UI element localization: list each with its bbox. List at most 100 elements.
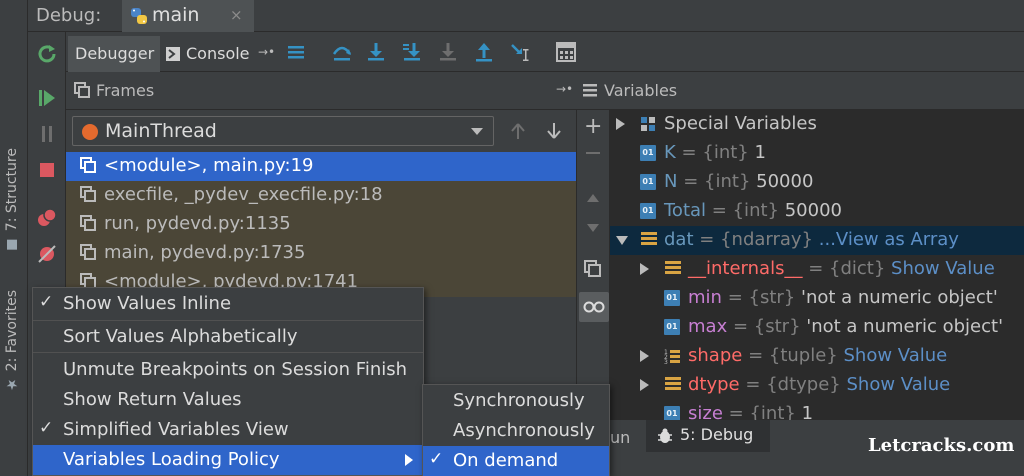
show-watches-toggle[interactable] bbox=[579, 292, 609, 322]
frame-row[interactable]: execfile, _pydev_execfile.py:18 bbox=[66, 181, 576, 210]
step-into-my-code-icon[interactable] bbox=[400, 40, 424, 64]
step-out-icon[interactable] bbox=[472, 40, 496, 64]
menu-separator bbox=[33, 352, 423, 353]
menu-item-label: Simplified Variables View bbox=[63, 419, 289, 440]
primitive-variable-icon: 01 bbox=[664, 319, 680, 335]
variable-row[interactable]: dtype = {dtype} Show Value bbox=[610, 371, 1024, 400]
variable-name: N bbox=[664, 171, 678, 192]
resume-icon[interactable] bbox=[35, 86, 59, 110]
bottom-tool-bar: un 5: Debug Letcracks.com bbox=[610, 420, 1024, 476]
check-icon: ✓ bbox=[39, 418, 54, 438]
tab-debugger[interactable]: Debugger bbox=[68, 36, 160, 72]
variable-row[interactable]: 01 size = {int} 1 bbox=[610, 400, 1024, 420]
tab-run[interactable]: un bbox=[610, 428, 630, 447]
next-frame-arrow-icon[interactable] bbox=[546, 122, 562, 140]
frame-icon bbox=[80, 157, 96, 173]
equals-sign: = bbox=[727, 287, 743, 308]
show-value-link[interactable]: ...View as Array bbox=[819, 229, 959, 250]
pause-icon[interactable] bbox=[35, 122, 59, 146]
variable-name: dat bbox=[664, 229, 694, 250]
variables-tree: Special Variables 01 K = {int} 1 01 N = {int… bbox=[610, 110, 1024, 420]
expanded-arrow-icon[interactable] bbox=[616, 236, 628, 245]
step-into-icon[interactable] bbox=[364, 40, 388, 64]
variable-row[interactable]: 01 Total = {int} 50000 bbox=[610, 197, 1024, 226]
menu-item[interactable]: Unmute Breakpoints on Session Finish bbox=[33, 355, 423, 385]
submenu-item[interactable]: Synchronously bbox=[423, 386, 609, 416]
step-over-icon[interactable] bbox=[330, 40, 354, 64]
move-up-icon[interactable] bbox=[585, 192, 601, 204]
special-variables-icon bbox=[641, 117, 655, 131]
previous-frame-arrow-icon[interactable] bbox=[510, 122, 526, 140]
frame-row[interactable]: main, pydevd.py:1735 bbox=[66, 239, 576, 268]
variable-type: {tuple} bbox=[768, 345, 838, 366]
variable-row[interactable]: 1 2 3 shape = {tuple} Show Value bbox=[610, 342, 1024, 371]
variable-value: 'not a numeric object' bbox=[806, 316, 1004, 337]
force-step-into-icon[interactable] bbox=[436, 40, 460, 64]
variable-type: {int} bbox=[704, 171, 751, 192]
pin-icon[interactable]: →• bbox=[258, 45, 275, 59]
collapsed-arrow-icon[interactable] bbox=[640, 350, 649, 362]
submenu-item[interactable]: Asynchronously bbox=[423, 416, 609, 446]
variable-row[interactable]: 01 N = {int} 50000 bbox=[610, 168, 1024, 197]
frames-icon bbox=[74, 82, 90, 98]
favorites-tool-tab[interactable]: ★ 2: Favorites bbox=[4, 290, 20, 392]
menu-item[interactable]: Variables Loading Policy bbox=[33, 445, 423, 475]
menu-item-label: Sort Values Alphabetically bbox=[63, 326, 298, 347]
close-tab-icon[interactable]: × bbox=[230, 6, 243, 24]
variable-type: {dtype} bbox=[766, 374, 841, 395]
variable-row[interactable]: 01 max = {str} 'not a numeric object' bbox=[610, 313, 1024, 342]
variable-name: __internals__ bbox=[688, 258, 803, 279]
variable-entry: shape = {tuple} Show Value bbox=[688, 345, 947, 366]
evaluate-expression-icon[interactable] bbox=[554, 40, 578, 64]
copy-icon[interactable] bbox=[584, 260, 602, 278]
variables-side-toolbar: + bbox=[576, 110, 610, 420]
variable-type: {str} bbox=[753, 316, 801, 337]
tab-debug[interactable]: 5: Debug bbox=[646, 420, 770, 452]
debugger-toolbar: Debugger Console →• bbox=[66, 32, 1024, 72]
frames-pin-icon[interactable]: →• bbox=[556, 82, 573, 96]
run-to-cursor-icon[interactable] bbox=[508, 40, 532, 64]
submenu-item[interactable]: ✓ On demand bbox=[423, 446, 609, 476]
variable-type: {str} bbox=[748, 287, 796, 308]
collapsed-arrow-icon[interactable] bbox=[640, 379, 649, 391]
debug-tab-label: 5: Debug bbox=[680, 425, 754, 444]
menu-item[interactable]: Show Return Values bbox=[33, 385, 423, 415]
collapsed-arrow-icon[interactable] bbox=[616, 118, 625, 130]
tab-console[interactable]: Console →• bbox=[164, 36, 344, 72]
variable-row[interactable]: dat = {ndarray} ...View as Array bbox=[610, 226, 1024, 255]
variable-entry: max = {str} 'not a numeric object' bbox=[688, 316, 1003, 337]
menu-item[interactable]: ✓ Simplified Variables View bbox=[33, 415, 423, 445]
variable-row[interactable]: 01 K = {int} 1 bbox=[610, 139, 1024, 168]
menu-lines-icon[interactable] bbox=[284, 40, 308, 64]
stop-icon[interactable] bbox=[35, 158, 59, 182]
frame-row[interactable]: run, pydevd.py:1135 bbox=[66, 210, 576, 239]
frame-label: execfile, _pydev_execfile.py:18 bbox=[104, 184, 383, 205]
rerun-icon[interactable] bbox=[35, 42, 59, 66]
show-value-link[interactable]: Show Value bbox=[891, 258, 995, 279]
variables-loading-policy-submenu: Synchronously Asynchronously ✓ On demand bbox=[422, 384, 610, 476]
move-down-icon[interactable] bbox=[585, 222, 601, 234]
frame-label: run, pydevd.py:1135 bbox=[104, 213, 291, 234]
variable-row[interactable]: __internals__ = {dict} Show Value bbox=[610, 255, 1024, 284]
thread-selector[interactable]: MainThread bbox=[72, 116, 494, 146]
check-icon: ✓ bbox=[429, 449, 444, 469]
menu-item[interactable]: Sort Values Alphabetically bbox=[33, 322, 423, 352]
variable-row[interactable]: 01 min = {str} 'not a numeric object' bbox=[610, 284, 1024, 313]
show-value-link[interactable]: Show Value bbox=[844, 345, 948, 366]
bug-icon bbox=[658, 428, 672, 443]
mute-breakpoints-icon[interactable] bbox=[35, 242, 59, 266]
frame-row[interactable]: <module>, main.py:19 bbox=[66, 152, 576, 181]
console-icon bbox=[166, 47, 180, 61]
variable-value: 1 bbox=[754, 142, 766, 163]
remove-watch-icon[interactable] bbox=[586, 152, 600, 154]
run-config-tab-main[interactable]: main × bbox=[122, 0, 254, 32]
variable-row[interactable]: Special Variables bbox=[610, 110, 1024, 139]
collapsed-arrow-icon[interactable] bbox=[640, 263, 649, 275]
menu-item[interactable]: ✓ Show Values Inline bbox=[33, 289, 423, 319]
primitive-variable-icon: 01 bbox=[664, 290, 680, 306]
variable-entry: N = {int} 50000 bbox=[664, 171, 813, 192]
structure-tool-tab[interactable]: 7: Structure bbox=[4, 148, 20, 250]
show-value-link[interactable]: Show Value bbox=[846, 374, 950, 395]
add-watch-icon[interactable]: + bbox=[584, 114, 602, 139]
view-breakpoints-icon[interactable] bbox=[35, 206, 59, 230]
